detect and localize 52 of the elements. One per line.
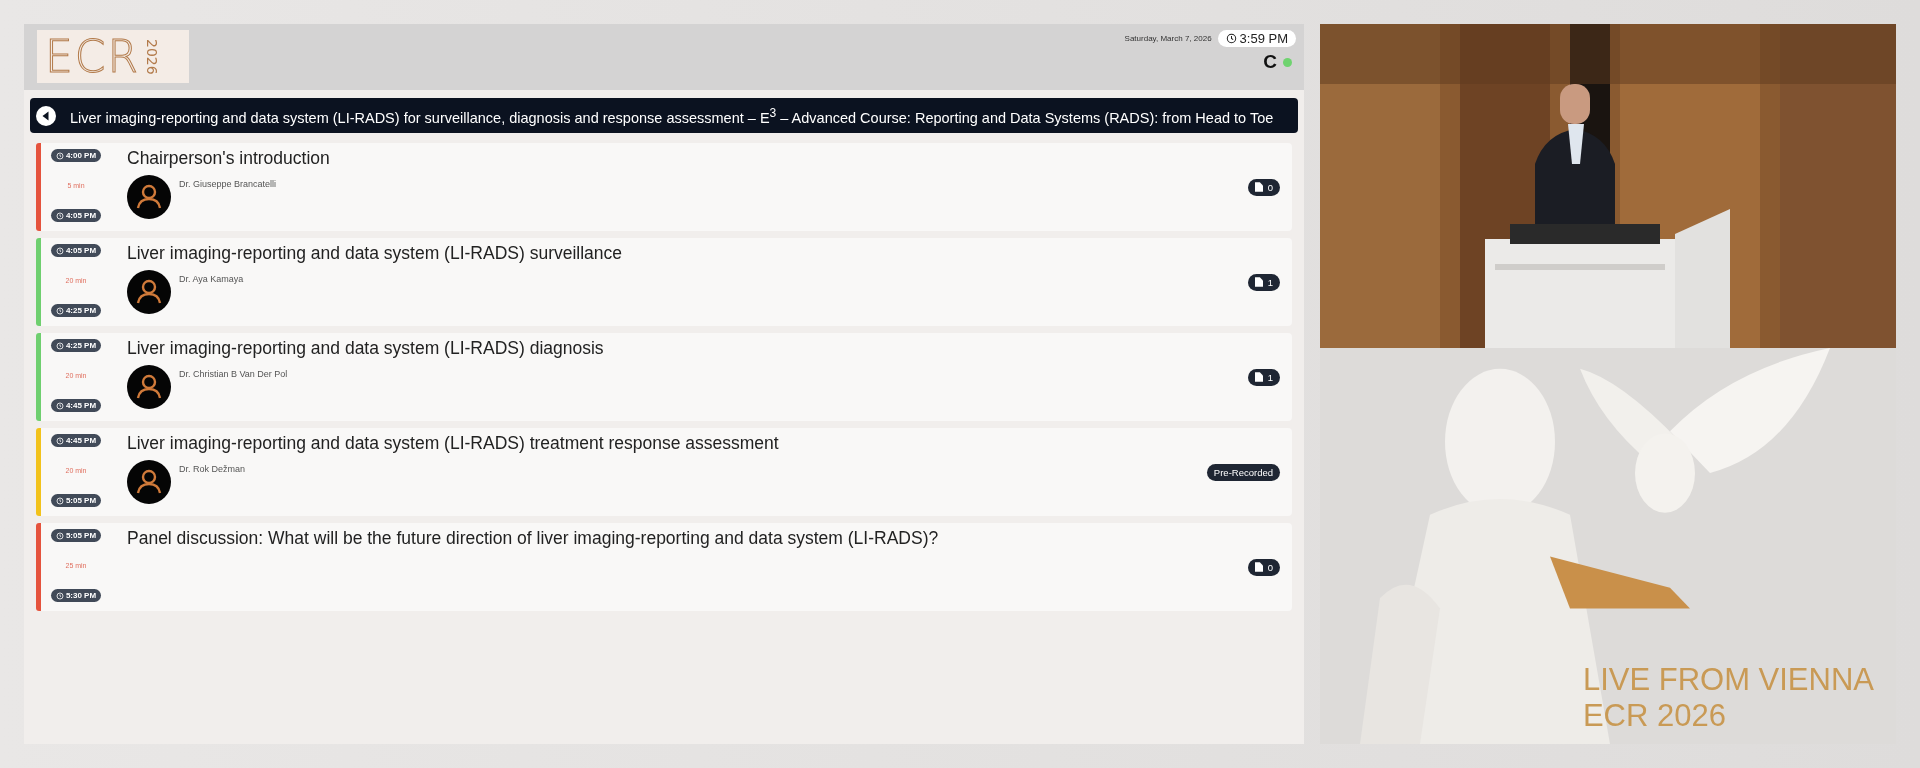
speaker-name: Dr. Rok Dežman [179, 464, 246, 474]
user-initial[interactable]: C [1263, 51, 1277, 73]
clock-icon [55, 246, 64, 255]
speaker-name: Dr. Giuseppe Brancatelli [179, 179, 277, 189]
speaker-name: Dr. Christian B Van Der Pol [179, 369, 288, 379]
start-time: 4:45 PM [65, 436, 97, 445]
clock-icon [55, 151, 64, 160]
start-time: 4:00 PM [65, 151, 97, 160]
end-time: 4:45 PM [65, 401, 97, 410]
session-title: Liver imaging-reporting and data system (LI-RADS) for surveillance, diagnosis and response assessment – E$^{3}$ – Advanced Course: Reporting and Data Systems (RADS): from Head to Toe [70, 105, 1274, 126]
files-count[interactable]: 0 [1247, 558, 1280, 576]
start-time: 4:05 PM [65, 246, 97, 255]
pre-recorded-tag: Pre-Recorded [1206, 463, 1280, 481]
clock-icon [55, 401, 64, 410]
document-icon [1254, 562, 1263, 572]
clock-icon [55, 306, 64, 315]
avatar-icon [127, 270, 171, 314]
clock-icon [55, 531, 64, 540]
talk-title: Chairperson's introduction [127, 148, 331, 169]
end-time: 4:25 PM [65, 306, 97, 315]
end-time: 5:30 PM [65, 591, 97, 600]
end-time: 5:05 PM [65, 496, 97, 505]
banner-line: LIVE FROM VIENNA [1582, 662, 1874, 698]
talk-title: Liver imaging-reporting and data system (LI-RADS) surveillance [127, 243, 624, 264]
talk-title: Panel discussion: What will be the future direction of liver imaging-reporting and data system (LI-RADS)? [127, 528, 940, 549]
clock-icon [55, 341, 64, 350]
banner-line: ECR 2026 [1582, 698, 1726, 734]
end-time: 4:05 PM [65, 211, 97, 220]
logo: ECR 2026 [37, 30, 189, 83]
clock-icon [55, 496, 64, 505]
files-count[interactable]: 1 [1247, 368, 1280, 386]
avatar-icon [127, 460, 171, 504]
clock-icon [55, 436, 64, 445]
files-count[interactable]: 0 [1247, 178, 1280, 196]
talk-title: Liver imaging-reporting and data system (LI-RADS) diagnosis [127, 338, 605, 359]
document-icon [1254, 277, 1263, 287]
speaker-name: Dr. Aya Kamaya [179, 274, 244, 284]
back-button[interactable] [36, 105, 56, 126]
document-icon [1254, 182, 1263, 192]
online-status-icon [1283, 57, 1292, 67]
document-icon [1254, 372, 1263, 382]
talk-title: Liver imaging-reporting and data system (LI-RADS) treatment response assessment [127, 433, 780, 454]
clock-icon [1225, 33, 1237, 44]
clock-icon [55, 211, 64, 220]
start-time: 5:05 PM [65, 531, 97, 540]
avatar-icon [127, 365, 171, 409]
date-text: Saturday, March 7, 2026 [1124, 34, 1212, 43]
clock-icon [55, 591, 64, 600]
files-count[interactable]: 1 [1247, 273, 1280, 291]
avatar-icon [127, 175, 171, 219]
clock-time: 3:59 PM [1239, 31, 1288, 46]
start-time: 4:25 PM [65, 341, 97, 350]
